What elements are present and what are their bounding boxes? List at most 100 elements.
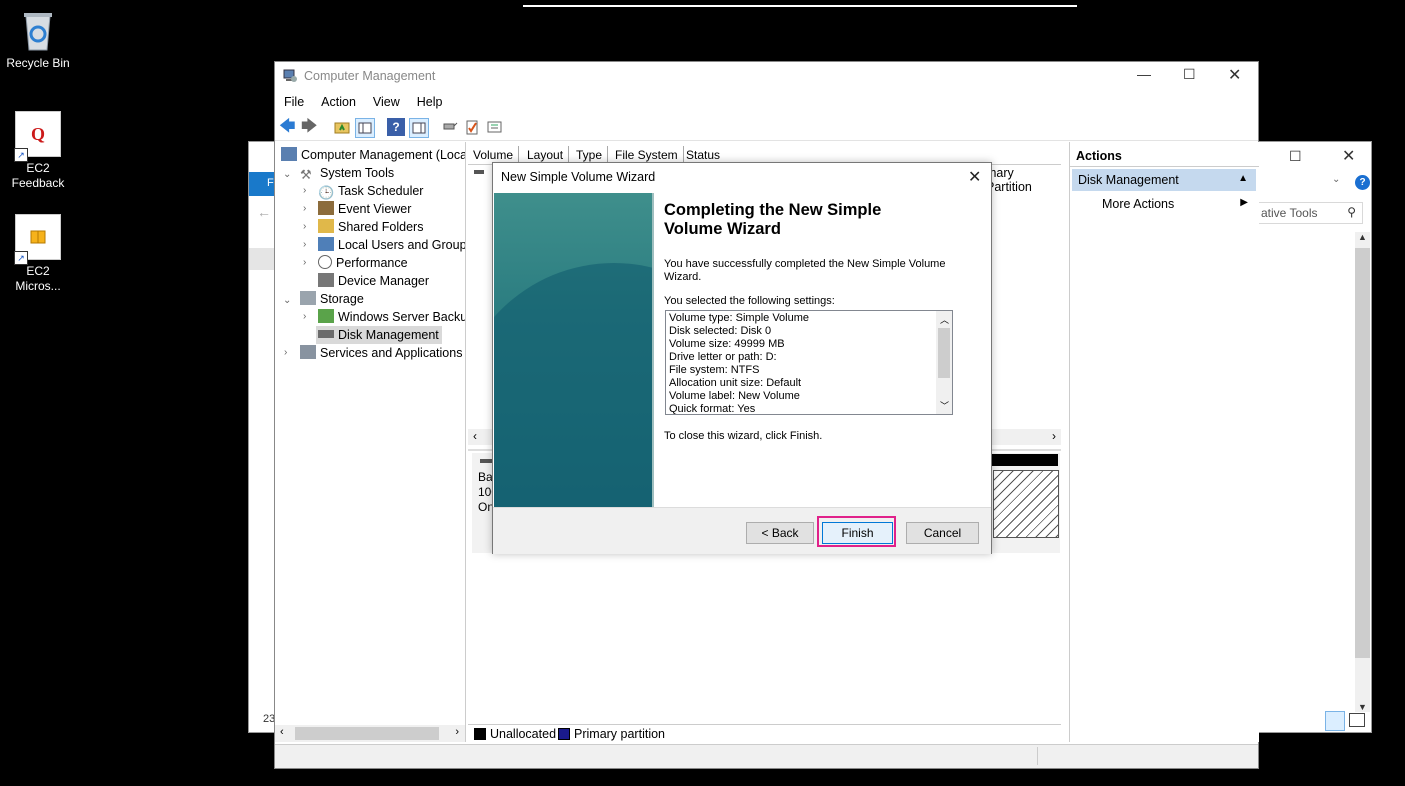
- recycle-bin-label: Recycle Bin: [6, 56, 70, 70]
- tree-label-windows-server-backup: Windows Server Backup: [338, 310, 466, 324]
- device-manager-icon: [318, 273, 334, 287]
- wizard-heading-line1: Completing the New Simple: [664, 201, 882, 219]
- list-view-icon[interactable]: [485, 118, 503, 136]
- status-divider: [1037, 747, 1038, 765]
- forward-arrow-icon[interactable]: 🡆: [301, 118, 319, 136]
- tree-item-root[interactable]: Computer Management (Local: [281, 146, 465, 164]
- vertical-scrollbar[interactable]: ▲ ▼: [1355, 232, 1370, 712]
- scroll-left-icon[interactable]: ‹: [280, 726, 284, 738]
- tree-item-services[interactable]: Services and Applications: [300, 344, 462, 362]
- tree-item-performance[interactable]: Performance: [318, 254, 408, 272]
- more-actions-item[interactable]: More Actions ▶: [1072, 195, 1256, 215]
- shortcut-arrow-icon: ↗: [14, 251, 28, 265]
- tree-item-disk-management[interactable]: Disk Management: [316, 326, 442, 344]
- wizard-close-instruction: To close this wizard, click Finish.: [664, 430, 823, 442]
- actions-section-disk-management[interactable]: Disk Management ▲: [1072, 169, 1256, 191]
- scroll-right-icon[interactable]: ›: [455, 726, 459, 738]
- up-folder-icon[interactable]: [333, 118, 351, 136]
- wizard-settings-label: You selected the following settings:: [664, 295, 835, 307]
- chevron-down-icon[interactable]: ⌄: [1332, 174, 1340, 185]
- details-view-icon[interactable]: [1325, 711, 1345, 731]
- tree-item-storage[interactable]: Storage: [300, 290, 364, 308]
- title-bar[interactable]: Computer Management — ☐ ✕: [275, 62, 1258, 92]
- computer-management-icon: [281, 147, 297, 161]
- chevron-right-icon[interactable]: ›: [303, 239, 306, 250]
- scroll-left-icon[interactable]: ‹: [473, 429, 477, 443]
- close-button[interactable]: ✕: [1228, 65, 1241, 85]
- file-tab[interactable]: F: [249, 172, 275, 196]
- tree-item-shared-folders[interactable]: Shared Folders: [318, 218, 423, 236]
- ec2-feedback-desktop-icon[interactable]: Q ↗ EC2 Feedback: [3, 111, 73, 191]
- help-icon[interactable]: ?: [387, 118, 405, 136]
- tree-horizontal-scrollbar[interactable]: ‹ ›: [275, 725, 465, 742]
- setting-volume-label: Volume label: New Volume: [669, 390, 800, 402]
- chevron-right-icon[interactable]: ›: [284, 347, 287, 358]
- chevron-right-icon[interactable]: ›: [303, 257, 306, 268]
- status-bar: [275, 744, 1258, 768]
- scroll-up-icon[interactable]: ︿: [940, 313, 949, 326]
- scrollbar-thumb[interactable]: [938, 328, 950, 378]
- wizard-button-bar: < Back Finish Cancel: [493, 507, 991, 554]
- ec2-micros-desktop-icon[interactable]: ↗ EC2 Micros...: [3, 214, 73, 294]
- scrollbar-thumb[interactable]: [1355, 248, 1370, 658]
- scrollbar-thumb[interactable]: [295, 727, 439, 740]
- collapse-up-icon[interactable]: ▲: [1238, 173, 1248, 184]
- search-input[interactable]: ative Tools ⚲: [1257, 202, 1363, 224]
- computer-management-icon: [283, 69, 297, 83]
- menu-file[interactable]: File: [275, 92, 312, 109]
- setting-file-system: File system: NTFS: [669, 364, 760, 376]
- chevron-right-icon[interactable]: ›: [303, 311, 306, 322]
- minimize-button[interactable]: —: [1137, 66, 1151, 82]
- chevron-down-icon[interactable]: ⌄: [283, 295, 291, 306]
- unallocated-region[interactable]: [993, 470, 1059, 538]
- show-action-pane-icon[interactable]: [409, 118, 429, 138]
- connect-icon[interactable]: [441, 118, 459, 136]
- tree-item-event-viewer[interactable]: Event Viewer: [318, 200, 411, 218]
- ec2-feedback-label-line2: Feedback: [11, 176, 65, 190]
- scroll-right-icon[interactable]: ›: [1052, 429, 1056, 443]
- menu-help[interactable]: Help: [408, 92, 451, 109]
- chevron-down-icon[interactable]: ⌄: [283, 169, 291, 180]
- setting-allocation-unit: Allocation unit size: Default: [669, 377, 802, 389]
- scroll-up-icon[interactable]: ▲: [1358, 232, 1367, 242]
- back-button[interactable]: < Back: [746, 522, 814, 544]
- tree-label-task-scheduler: Task Scheduler: [338, 184, 424, 198]
- tree-item-task-scheduler[interactable]: 🕒 Task Scheduler: [318, 182, 423, 200]
- chevron-right-icon[interactable]: ›: [303, 185, 306, 196]
- disk-icon: [480, 459, 492, 463]
- chevron-right-icon[interactable]: ›: [303, 203, 306, 214]
- recycle-bin-desktop-icon[interactable]: Recycle Bin: [3, 8, 73, 71]
- scroll-down-icon[interactable]: ▼: [1358, 702, 1367, 712]
- show-hide-tree-icon[interactable]: [355, 118, 375, 138]
- tree-item-system-tools[interactable]: ⚒ System Tools: [300, 164, 394, 182]
- new-simple-volume-wizard-dialog[interactable]: New Simple Volume Wizard ✕ Completing th…: [492, 162, 992, 554]
- scroll-down-icon[interactable]: ﹀: [940, 399, 949, 412]
- actions-title: Actions: [1076, 149, 1122, 163]
- tree-item-device-manager[interactable]: Device Manager: [318, 272, 429, 290]
- menu-action[interactable]: Action: [312, 92, 364, 109]
- cancel-button[interactable]: Cancel: [906, 522, 979, 544]
- back-arrow-icon[interactable]: ←: [257, 204, 271, 220]
- tree-label-storage: Storage: [320, 292, 364, 306]
- finish-button[interactable]: Finish: [822, 522, 893, 544]
- screen-top-bar: [523, 0, 1077, 7]
- large-icons-view-icon[interactable]: [1349, 713, 1365, 727]
- wizard-heading: Completing the New Simple Volume Wizard: [664, 201, 881, 239]
- maximize-icon[interactable]: ☐: [1289, 148, 1302, 165]
- check-properties-icon[interactable]: [463, 118, 481, 136]
- tree-item-local-users[interactable]: Local Users and Groups: [318, 236, 466, 254]
- menu-view[interactable]: View: [364, 92, 408, 109]
- help-icon[interactable]: ?: [1355, 175, 1370, 190]
- tree-label-local-users: Local Users and Groups: [338, 238, 466, 252]
- close-icon[interactable]: ✕: [1342, 146, 1355, 166]
- maximize-button[interactable]: ☐: [1183, 66, 1196, 83]
- tree-item-windows-server-backup[interactable]: Windows Server Backup: [318, 308, 466, 326]
- settings-summary-list[interactable]: Volume type: Simple Volume Disk selected…: [665, 310, 953, 415]
- back-arrow-icon[interactable]: 🡄: [279, 118, 297, 136]
- chevron-right-icon[interactable]: ›: [303, 221, 306, 232]
- settings-list-scrollbar[interactable]: ︿ ﹀: [936, 311, 952, 414]
- wizard-side-graphic: [494, 193, 652, 507]
- tools-icon: ⚒: [300, 167, 312, 182]
- more-actions-label: More Actions: [1102, 197, 1175, 211]
- wizard-close-button[interactable]: ✕: [968, 167, 981, 187]
